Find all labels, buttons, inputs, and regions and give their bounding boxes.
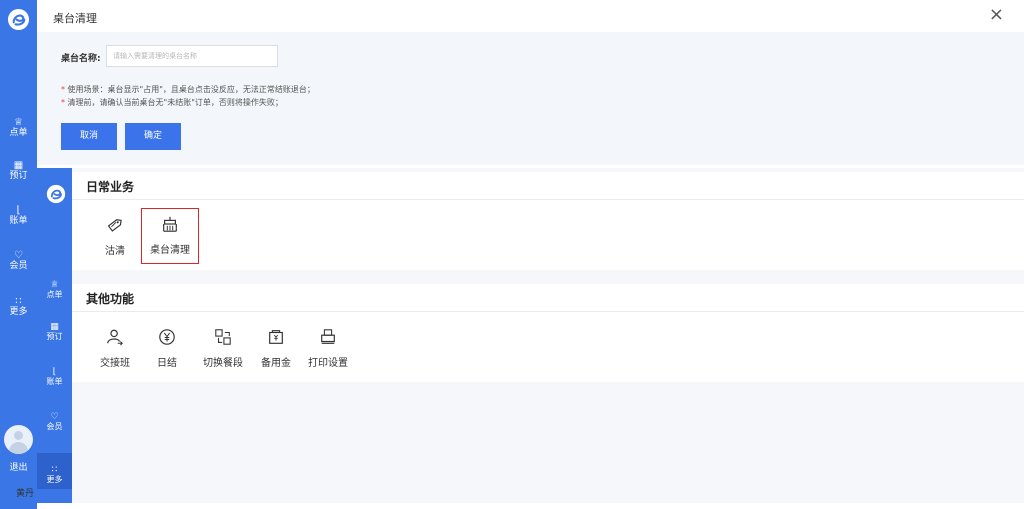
sold-out-tile[interactable]: 沽清 (98, 216, 132, 257)
crown-icon: ♕ (14, 117, 23, 128)
tile-label: 备用金 (261, 358, 291, 369)
cancel-button[interactable]: 取消 (61, 123, 117, 150)
usage-notes: * 使用场景：桌台显示"占用"，且桌台点击没反应，无法正常结账退台； * 清理前… (61, 83, 315, 109)
avatar-body (9, 442, 28, 454)
daily-settle-tile[interactable]: 日结 (154, 328, 180, 369)
broom-icon (163, 216, 177, 232)
note-marker: * (61, 85, 65, 94)
back-nav-label: 账单 (9, 216, 28, 226)
petty-cash-tile[interactable]: 备用金 (257, 328, 295, 369)
switch-icon (215, 329, 231, 345)
calendar-icon: ▦ (50, 322, 59, 332)
back-sidebar: ♕ 点单 ▦ 预订 ⌊ 账单 ♡ 会员 ∷ 更多 退出 (0, 0, 37, 509)
wallet-icon (269, 330, 283, 344)
note-text: 清理前，请确认当前桌台无"未结账"订单，否则将操作失败； (67, 98, 283, 107)
dialog-body: 桌台名称: * 使用场景：桌台显示"占用"，且桌台点击没反应，无法正常结账退台；… (37, 32, 1024, 165)
other-functions-section: 其他功能 交接班 日结 切换餐段 备用金 打印设置 (72, 284, 1024, 382)
close-icon[interactable]: × (989, 4, 1004, 25)
more-icon: ∷ (51, 465, 58, 475)
front-nav-label: 更多 (46, 475, 63, 484)
tile-label: 日结 (157, 358, 177, 369)
table-name-label: 桌台名称: (61, 54, 101, 64)
note-line: * 清理前，请确认当前桌台无"未结账"订单，否则将操作失败； (61, 96, 315, 109)
back-nav-label: 点单 (9, 128, 28, 138)
avatar[interactable] (4, 425, 33, 454)
back-nav-members[interactable]: ♡ 会员 (0, 250, 37, 271)
front-nav-order[interactable]: ♕ 点单 (37, 280, 72, 299)
front-nav-bills[interactable]: ⌊ 账单 (37, 367, 72, 386)
member-icon: ♡ (50, 412, 59, 422)
front-nav-label: 预订 (46, 332, 63, 341)
back-nav-label: 会员 (9, 261, 28, 271)
confirm-button[interactable]: 确定 (125, 123, 181, 150)
tag-icon (107, 219, 122, 232)
yen-icon (159, 329, 175, 345)
front-nav-label: 账单 (46, 377, 63, 386)
section-title: 其他功能 (72, 284, 1024, 312)
crown-icon: ♕ (50, 280, 59, 290)
avatar-head (14, 431, 23, 440)
back-nav-more[interactable]: ∷ 更多 (0, 296, 37, 317)
calendar-icon: ▦ (13, 160, 24, 171)
back-nav-bills[interactable]: ⌊ 账单 (0, 205, 37, 226)
dialog-title: 桌台清理 (53, 12, 97, 25)
table-name-input[interactable] (106, 45, 278, 67)
member-icon: ♡ (14, 250, 23, 261)
chart-icon: ⌊ (16, 205, 21, 216)
handover-icon (107, 329, 123, 346)
tile-label: 桌台清理 (150, 245, 190, 256)
tile-label: 沽清 (105, 246, 125, 257)
note-text: 使用场景：桌台显示"占用"，且桌台点击没反应，无法正常结账退台； (67, 85, 315, 94)
table-clear-tile[interactable]: 桌台清理 (141, 208, 199, 264)
front-nav-more[interactable]: ∷ 更多 (37, 453, 72, 489)
back-nav-label: 更多 (9, 307, 28, 317)
note-line: * 使用场景：桌台显示"占用"，且桌台点击没反应，无法正常结账退台； (61, 83, 315, 96)
note-marker: * (61, 98, 65, 107)
section-title: 日常业务 (72, 172, 1024, 200)
handover-tile[interactable]: 交接班 (98, 328, 132, 369)
logout-button[interactable]: 退出 (0, 460, 37, 473)
front-sidebar: ♕ 点单 ▦ 预订 ⌊ 账单 ♡ 会员 ∷ 更多 (37, 168, 72, 503)
front-nav-label: 会员 (46, 422, 63, 431)
user-name: 黄丹 (16, 489, 35, 499)
back-nav-reservation[interactable]: ▦ 预订 (0, 160, 37, 181)
printer-icon (321, 329, 335, 344)
switch-meal-period-tile[interactable]: 切换餐段 (199, 328, 247, 369)
front-nav-members[interactable]: ♡ 会员 (37, 412, 72, 431)
table-clear-dialog: 桌台清理 × 桌台名称: * 使用场景：桌台显示"占用"，且桌台点击没反应，无法… (37, 0, 1024, 165)
tile-label: 切换餐段 (203, 358, 243, 369)
daily-business-section: 日常业务 沽清 桌台清理 (72, 172, 1024, 270)
front-nav-label: 点单 (46, 290, 63, 299)
back-nav-order[interactable]: ♕ 点单 (0, 117, 37, 138)
app-logo-icon (46, 184, 66, 204)
tile-label: 交接班 (100, 358, 130, 369)
app-logo-icon (7, 8, 30, 31)
more-icon: ∷ (15, 296, 22, 307)
front-nav-reservation[interactable]: ▦ 预订 (37, 322, 72, 341)
chart-icon: ⌊ (52, 367, 57, 377)
print-settings-tile[interactable]: 打印设置 (305, 328, 351, 369)
tile-label: 打印设置 (308, 358, 348, 369)
main-content: 日常业务 沽清 桌台清理 其他功能 交接班 日结 切换餐段 备用金 打印设置 (72, 168, 1024, 503)
back-nav-label: 预订 (9, 171, 28, 181)
